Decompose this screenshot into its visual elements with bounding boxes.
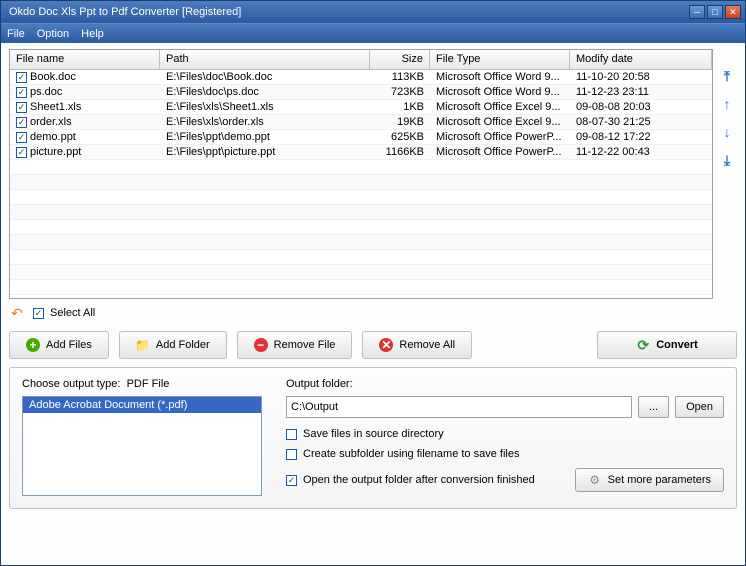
table-row-empty — [10, 205, 712, 220]
table-row[interactable]: ✓picture.pptE:\Files\ppt\picture.ppt1166… — [10, 145, 712, 160]
table-row-empty — [10, 190, 712, 205]
row-checkbox[interactable]: ✓ — [16, 87, 27, 98]
x-icon: ✕ — [379, 338, 393, 352]
table-row-empty — [10, 160, 712, 175]
add-folder-button[interactable]: 📁 Add Folder — [119, 331, 227, 359]
col-header-type[interactable]: File Type — [430, 50, 570, 69]
move-up-icon[interactable]: ↑ — [718, 97, 736, 111]
menu-help[interactable]: Help — [81, 28, 104, 40]
row-checkbox[interactable]: ✓ — [16, 72, 27, 83]
maximize-button[interactable]: □ — [707, 5, 723, 19]
table-row[interactable]: ✓order.xlsE:\Files\xls\order.xls19KBMicr… — [10, 115, 712, 130]
convert-button[interactable]: ⟳ Convert — [597, 331, 737, 359]
subfolder-checkbox[interactable]: ✓ — [286, 449, 297, 460]
col-header-path[interactable]: Path — [160, 50, 370, 69]
col-header-name[interactable]: File name — [10, 50, 160, 69]
minus-icon: − — [254, 338, 268, 352]
browse-button[interactable]: ... — [638, 396, 669, 418]
reset-icon[interactable]: ↶ — [11, 305, 27, 321]
output-type-listbox[interactable]: Adobe Acrobat Document (*.pdf) — [22, 396, 262, 496]
menu-file[interactable]: File — [7, 28, 25, 40]
row-checkbox[interactable]: ✓ — [16, 132, 27, 143]
table-row-empty — [10, 265, 712, 280]
window-title: Okdo Doc Xls Ppt to Pdf Converter [Regis… — [5, 6, 689, 18]
gear-icon: ⚙ — [588, 473, 602, 487]
move-bottom-icon[interactable]: ⤓ — [718, 153, 736, 167]
close-button[interactable]: ✕ — [725, 5, 741, 19]
list-item[interactable]: Adobe Acrobat Document (*.pdf) — [23, 397, 261, 413]
table-row-empty — [10, 250, 712, 265]
set-parameters-button[interactable]: ⚙ Set more parameters — [575, 468, 724, 492]
convert-icon: ⟳ — [636, 338, 650, 352]
table-row-empty — [10, 235, 712, 250]
add-files-button[interactable]: + Add Files — [9, 331, 109, 359]
table-row-empty — [10, 280, 712, 295]
table-row[interactable]: ✓ps.docE:\Files\doc\ps.doc723KBMicrosoft… — [10, 85, 712, 100]
table-row[interactable]: ✓Book.docE:\Files\doc\Book.doc113KBMicro… — [10, 70, 712, 85]
select-all-label: Select All — [50, 307, 95, 319]
save-source-checkbox[interactable]: ✓ — [286, 429, 297, 440]
plus-icon: + — [26, 338, 40, 352]
table-row[interactable]: ✓Sheet1.xlsE:\Files\xls\Sheet1.xls1KBMic… — [10, 100, 712, 115]
open-after-checkbox[interactable]: ✓ — [286, 475, 297, 486]
open-after-label: Open the output folder after conversion … — [303, 474, 535, 486]
save-source-label: Save files in source directory — [303, 428, 444, 440]
move-down-icon[interactable]: ↓ — [718, 125, 736, 139]
table-row-empty — [10, 175, 712, 190]
minimize-button[interactable]: ─ — [689, 5, 705, 19]
table-header: File name Path Size File Type Modify dat… — [10, 50, 712, 70]
folder-icon: 📁 — [136, 338, 150, 352]
subfolder-label: Create subfolder using filename to save … — [303, 448, 519, 460]
remove-all-button[interactable]: ✕ Remove All — [362, 331, 472, 359]
menubar: File Option Help — [1, 23, 745, 43]
row-checkbox[interactable]: ✓ — [16, 102, 27, 113]
select-all-checkbox[interactable]: ✓ — [33, 308, 44, 319]
output-type-label: Choose output type: PDF File — [22, 378, 262, 390]
output-folder-label: Output folder: — [286, 378, 724, 390]
row-checkbox[interactable]: ✓ — [16, 147, 27, 158]
remove-file-button[interactable]: − Remove File — [237, 331, 353, 359]
table-row-empty — [10, 220, 712, 235]
file-table: File name Path Size File Type Modify dat… — [9, 49, 713, 299]
titlebar: Okdo Doc Xls Ppt to Pdf Converter [Regis… — [1, 1, 745, 23]
col-header-date[interactable]: Modify date — [570, 50, 712, 69]
col-header-size[interactable]: Size — [370, 50, 430, 69]
output-folder-input[interactable] — [286, 396, 632, 418]
table-row[interactable]: ✓demo.pptE:\Files\ppt\demo.ppt625KBMicro… — [10, 130, 712, 145]
row-checkbox[interactable]: ✓ — [16, 117, 27, 128]
menu-option[interactable]: Option — [37, 28, 69, 40]
open-button[interactable]: Open — [675, 396, 724, 418]
reorder-arrows: ⤒ ↑ ↓ ⤓ — [717, 49, 737, 299]
move-top-icon[interactable]: ⤒ — [718, 69, 736, 83]
